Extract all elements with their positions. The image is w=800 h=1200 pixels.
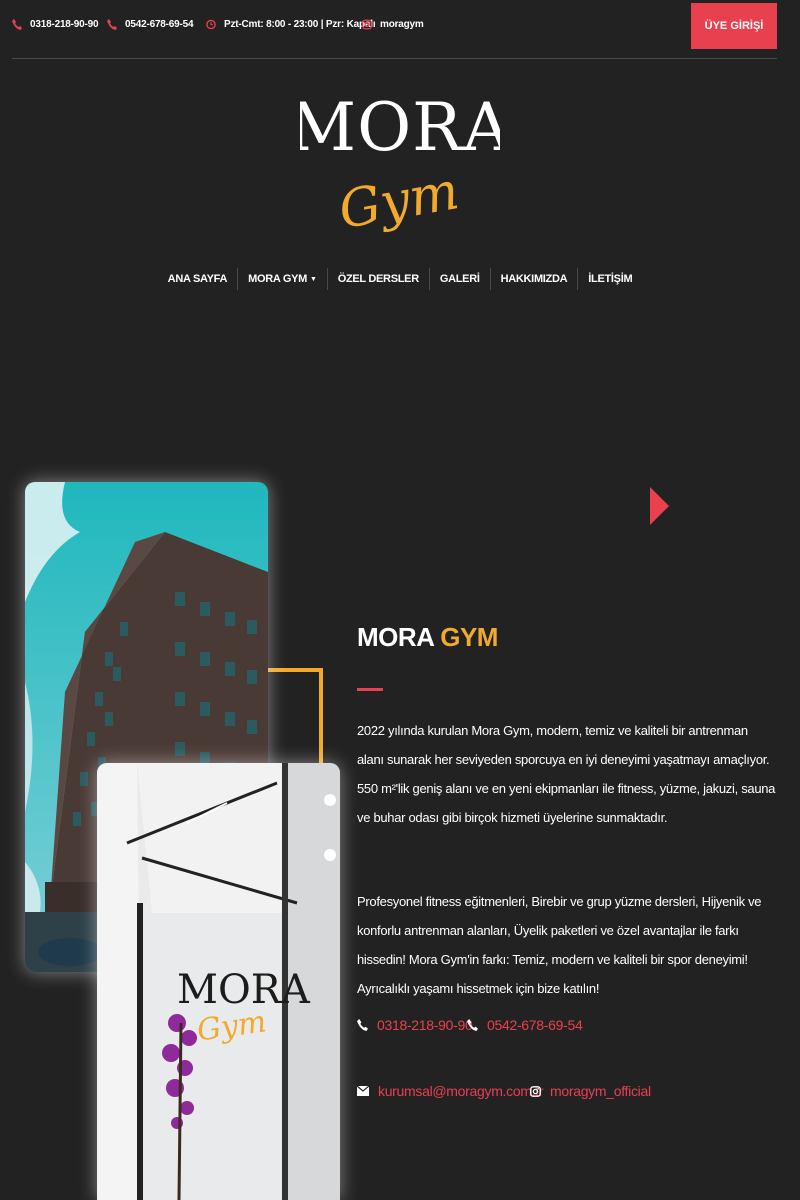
topbar-phone-1-text: 0318-218-90-90 bbox=[30, 18, 99, 30]
topbar-phone-1[interactable]: 0318-218-90-90 bbox=[12, 18, 99, 30]
about-paragraph-2: Profesyonel fitness eğitmenleri, Birebir… bbox=[357, 894, 762, 996]
site-logo[interactable]: MORA Gym bbox=[288, 78, 510, 248]
nav-item-gallery[interactable]: GALERİ bbox=[428, 268, 490, 290]
nav-item-about[interactable]: HAKKIMIZDA bbox=[489, 268, 578, 290]
nav-item-label: HAKKIMIZDA bbox=[500, 273, 568, 285]
contact-instagram[interactable]: moragym_official bbox=[530, 1083, 651, 1099]
about-title-part2: GYM bbox=[440, 622, 498, 652]
nav-item-private-lessons[interactable]: ÖZEL DERSLER bbox=[326, 268, 429, 290]
instagram-icon bbox=[362, 18, 372, 30]
contact-email-text: kurumsal@moragym.com.tr bbox=[378, 1083, 544, 1099]
nav-item-label: ÖZEL DERSLER bbox=[337, 273, 419, 285]
nav-item-label: GALERİ bbox=[439, 273, 480, 285]
topbar-hours: Pzt-Cmt: 8:00 - 23:00 | Pzr: Kapalı bbox=[206, 18, 376, 30]
divider bbox=[12, 58, 777, 59]
top-bar: 0318-218-90-90 0542-678-69-54 Pzt-Cmt: 8… bbox=[0, 0, 800, 58]
contact-phone-1[interactable]: 0318-218-90-90 bbox=[357, 1017, 473, 1033]
phone-icon bbox=[107, 18, 117, 30]
topbar-instagram-text: moragym bbox=[380, 18, 424, 30]
play-icon[interactable] bbox=[650, 487, 669, 525]
instagram-icon bbox=[530, 1085, 541, 1097]
about-title: MORA GYM bbox=[357, 622, 498, 653]
chevron-down-icon: ▼ bbox=[310, 275, 317, 283]
logo-word-gym: Gym bbox=[334, 161, 463, 241]
contact-email[interactable]: kurumsal@moragym.com.tr bbox=[357, 1083, 544, 1099]
nav-item-label: İLETİŞİM bbox=[588, 273, 633, 285]
nav-item-label: ANA SAYFA bbox=[167, 273, 228, 285]
topbar-phone-2[interactable]: 0542-678-69-54 bbox=[107, 18, 194, 30]
contact-instagram-text: moragym_official bbox=[550, 1083, 651, 1099]
phone-icon bbox=[357, 1019, 368, 1031]
about-paragraph-1: 2022 yılında kurulan Mora Gym, modern, t… bbox=[357, 723, 776, 825]
topbar-phone-2-text: 0542-678-69-54 bbox=[125, 18, 194, 30]
nav-item-mora-gym[interactable]: MORA GYM ▼ bbox=[237, 268, 327, 290]
topbar-hours-text: Pzt-Cmt: 8:00 - 23:00 | Pzr: Kapalı bbox=[224, 18, 376, 30]
decorative-frame bbox=[268, 668, 323, 768]
nav-item-contact[interactable]: İLETİŞİM bbox=[577, 268, 642, 290]
interior-photo: MORA Gym bbox=[97, 763, 340, 1200]
title-underline bbox=[357, 688, 383, 691]
contact-phone-2-text: 0542-678-69-54 bbox=[487, 1017, 583, 1033]
about-title-part1: MORA bbox=[357, 622, 434, 652]
contact-phone-1-text: 0318-218-90-90 bbox=[377, 1017, 473, 1033]
logo-word-mora: MORA bbox=[300, 89, 500, 166]
email-icon bbox=[357, 1086, 369, 1096]
clock-icon bbox=[206, 18, 216, 30]
phone-icon bbox=[467, 1019, 478, 1031]
main-nav: ANA SAYFA MORA GYM ▼ ÖZEL DERSLER GALERİ … bbox=[0, 268, 800, 290]
phone-icon bbox=[12, 18, 22, 30]
member-login-button[interactable]: ÜYE GİRİŞİ bbox=[691, 3, 777, 49]
contact-phone-2[interactable]: 0542-678-69-54 bbox=[467, 1017, 583, 1033]
nav-item-label: MORA GYM bbox=[248, 273, 308, 285]
nav-item-home[interactable]: ANA SAYFA bbox=[158, 268, 237, 290]
topbar-instagram[interactable]: moragym bbox=[362, 18, 424, 30]
